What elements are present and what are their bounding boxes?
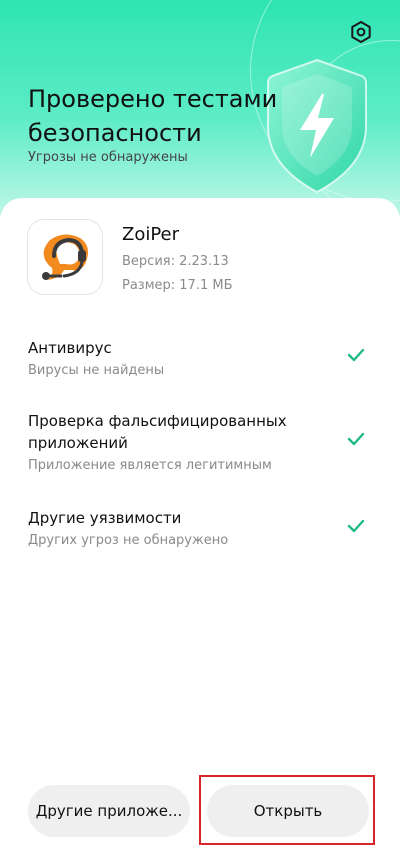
check-item-fake-apps: Проверка фальсифицированных приложений П… bbox=[28, 410, 373, 475]
check-title: Другие уязвимости bbox=[28, 509, 182, 527]
page-title: Проверено тестами безопасности bbox=[28, 85, 278, 147]
check-item-antivirus: Антивирус Вирусы не найдены bbox=[28, 337, 373, 380]
checkmark-icon bbox=[347, 432, 365, 446]
check-title: Антивирус bbox=[28, 339, 112, 357]
settings-hex-icon[interactable] bbox=[348, 19, 374, 45]
page-subtitle: Угрозы не обнаружены bbox=[28, 150, 188, 165]
check-subtitle: Других угроз не обнаружено bbox=[28, 533, 229, 548]
check-subtitle: Приложение является легитимным bbox=[28, 458, 272, 473]
app-version: Версия: 2.23.13 bbox=[122, 254, 229, 269]
checkmark-icon bbox=[347, 519, 365, 533]
zoiper-headset-icon bbox=[28, 220, 102, 294]
app-size: Размер: 17.1 МБ bbox=[122, 278, 233, 293]
shield-lightning-icon bbox=[267, 58, 367, 194]
open-button[interactable]: Открыть bbox=[207, 785, 369, 837]
app-name: ZoiPer bbox=[122, 224, 180, 245]
checkmark-icon bbox=[347, 348, 365, 362]
check-item-other-vulnerabilities: Другие уязвимости Других угроз не обнару… bbox=[28, 507, 373, 550]
other-apps-button[interactable]: Другие приложе... bbox=[28, 785, 190, 837]
check-subtitle: Вирусы не найдены bbox=[28, 363, 165, 378]
check-title: Проверка фальсифицированных приложений bbox=[28, 412, 287, 452]
